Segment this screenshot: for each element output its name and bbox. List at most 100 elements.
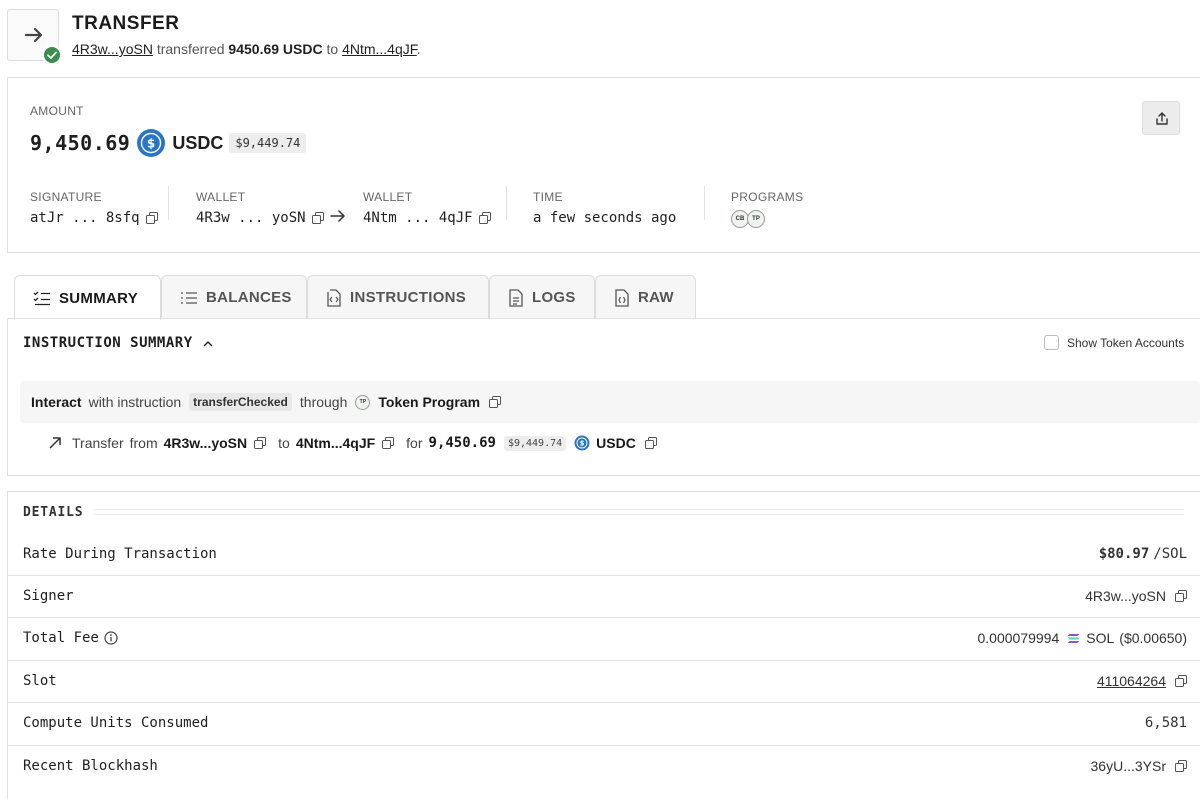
info-icon[interactable] — [104, 631, 118, 645]
copy-icon[interactable] — [1175, 675, 1187, 687]
time-label: TIME — [533, 190, 563, 204]
instruction-summary-card: INSTRUCTION SUMMARY Show Token Accounts … — [7, 318, 1200, 476]
from-address-link[interactable]: 4R3w...yoSN — [72, 41, 153, 57]
instruction-summary-title: INSTRUCTION SUMMARY — [23, 335, 193, 351]
slot-label: Slot — [23, 673, 57, 689]
copy-icon[interactable] — [382, 437, 395, 449]
wallet-to-label: WALLET — [363, 190, 413, 204]
transaction-description: 4R3w...yoSN transferred 9450.69 USDC to … — [72, 41, 421, 57]
time-field: TIME a few seconds ago — [533, 190, 676, 226]
usdc-icon: $ — [137, 129, 166, 157]
details-title: DETAILS — [23, 505, 84, 520]
transaction-header: TRANSFER 4R3w...yoSN transferred 9450.69… — [7, 9, 1197, 65]
tab-raw[interactable]: RAW — [595, 275, 696, 319]
copy-icon[interactable] — [644, 437, 657, 449]
compute-units-label: Compute Units Consumed — [23, 715, 209, 731]
detail-row-fee: Total Fee 0.000079994 SOL ($0.00650) — [8, 617, 1200, 659]
copy-icon[interactable] — [145, 212, 158, 224]
rate-unit: /SOL — [1153, 546, 1187, 562]
tab-raw-label: RAW — [638, 289, 674, 306]
slot-link[interactable]: 411064264 — [1097, 673, 1166, 689]
detail-row-slot: Slot 411064264 — [8, 660, 1200, 702]
arrow-right-icon — [330, 210, 345, 222]
success-check-icon — [42, 45, 62, 65]
instruction-row: Interact with instruction transferChecke… — [20, 381, 1200, 423]
copy-icon[interactable] — [1175, 590, 1187, 602]
interact-label: Interact — [31, 394, 82, 410]
arrow-right-icon — [24, 27, 43, 43]
amount-usd-badge: $9,449.74 — [229, 133, 307, 153]
transfer-amount: 9,450.69 — [428, 435, 496, 451]
wallet-from-field: WALLET 4R3w ... yoSN — [196, 190, 324, 226]
copy-icon[interactable] — [489, 396, 502, 408]
details-divider — [94, 509, 1184, 515]
transfer-token[interactable]: USDC — [596, 435, 636, 451]
fee-label: Total Fee — [23, 630, 99, 646]
copy-icon[interactable] — [1175, 760, 1187, 772]
signature-label: SIGNATURE — [30, 190, 102, 204]
program-badge-tp[interactable]: TP — [747, 210, 765, 228]
time-value: a few seconds ago — [533, 210, 677, 226]
copy-icon[interactable] — [311, 212, 324, 224]
code-file-icon — [327, 288, 341, 307]
instruction-name-chip: transferChecked — [189, 393, 292, 411]
instruction-summary-toggle[interactable]: INSTRUCTION SUMMARY — [23, 335, 213, 351]
tab-logs[interactable]: LOGS — [489, 275, 595, 319]
for-word: for — [406, 435, 423, 451]
amount-text: 9450.69 USDC — [228, 41, 323, 57]
to-address-link[interactable]: 4Ntm...4qJF — [342, 41, 417, 57]
compute-units-value: 6,581 — [1144, 715, 1187, 731]
svg-text:$: $ — [147, 137, 155, 151]
details-card: DETAILS Rate During Transaction $80.97 /… — [7, 491, 1200, 799]
tab-balances[interactable]: BALANCES — [161, 275, 307, 319]
copy-icon[interactable] — [254, 437, 267, 449]
transfer-usd-badge: $9,449.74 — [503, 435, 567, 451]
rate-value: $80.97 — [1098, 546, 1150, 562]
tab-balances-label: BALANCES — [206, 289, 292, 306]
raw-file-icon — [615, 288, 629, 307]
token-program-badge: TP — [355, 394, 371, 410]
checklist-icon — [33, 291, 50, 306]
signature-value[interactable]: atJr ... 8sfq — [30, 210, 140, 226]
detail-row-blockhash: Recent Blockhash 36yU...3YSr — [8, 745, 1200, 787]
show-token-accounts-label: Show Token Accounts — [1067, 335, 1185, 350]
wallet-from-value[interactable]: 4R3w ... yoSN — [196, 210, 306, 226]
show-token-accounts-toggle[interactable]: Show Token Accounts — [1044, 335, 1184, 350]
copy-icon[interactable] — [478, 212, 491, 224]
tab-summary[interactable]: SUMMARY — [14, 275, 161, 320]
detail-row-signer: Signer 4R3w...yoSN — [8, 575, 1200, 617]
tab-logs-label: LOGS — [532, 289, 576, 306]
divider — [168, 186, 169, 220]
fee-token: SOL — [1086, 630, 1115, 646]
arrow-up-right-icon — [49, 437, 61, 449]
tab-instructions[interactable]: INSTRUCTIONS — [307, 275, 489, 319]
token-program-link[interactable]: Token Program — [378, 394, 480, 410]
list-icon — [181, 291, 197, 304]
to-word: to — [278, 435, 290, 451]
transfer-to-address[interactable]: 4Ntm...4qJF — [296, 435, 375, 451]
show-token-accounts-checkbox[interactable] — [1044, 335, 1059, 350]
through-text: through — [299, 394, 348, 410]
tab-summary-label: SUMMARY — [59, 289, 139, 307]
share-button[interactable] — [1142, 101, 1180, 135]
detail-row-compute-units: Compute Units Consumed 6,581 — [8, 702, 1200, 744]
verb-text: transferred — [156, 41, 225, 57]
divider — [704, 186, 705, 220]
wallet-to-value[interactable]: 4Ntm ... 4qJF — [363, 210, 473, 226]
solana-icon — [1067, 633, 1080, 643]
from-word: from — [129, 435, 158, 451]
signer-value[interactable]: 4R3w...yoSN — [1085, 588, 1166, 604]
wallet-to-field: WALLET 4Ntm ... 4qJF — [363, 190, 491, 226]
with-instruction-text: with instruction — [88, 394, 182, 410]
amount-card: AMOUNT 9,450.69 $ USDC $9,449.74 SIGNATU… — [7, 77, 1200, 253]
fee-value: 0.000079994 — [977, 630, 1060, 646]
tab-instructions-label: INSTRUCTIONS — [350, 289, 467, 306]
blockhash-value[interactable]: 36yU...3YSr — [1091, 758, 1166, 774]
share-icon — [1156, 112, 1168, 125]
svg-text:$: $ — [580, 440, 585, 448]
amount-value: 9,450.69 — [30, 131, 131, 155]
wallet-from-label: WALLET — [196, 190, 246, 204]
blockhash-label: Recent Blockhash — [23, 758, 158, 774]
transaction-title: TRANSFER — [72, 13, 180, 34]
transfer-from-address[interactable]: 4R3w...yoSN — [164, 435, 248, 451]
